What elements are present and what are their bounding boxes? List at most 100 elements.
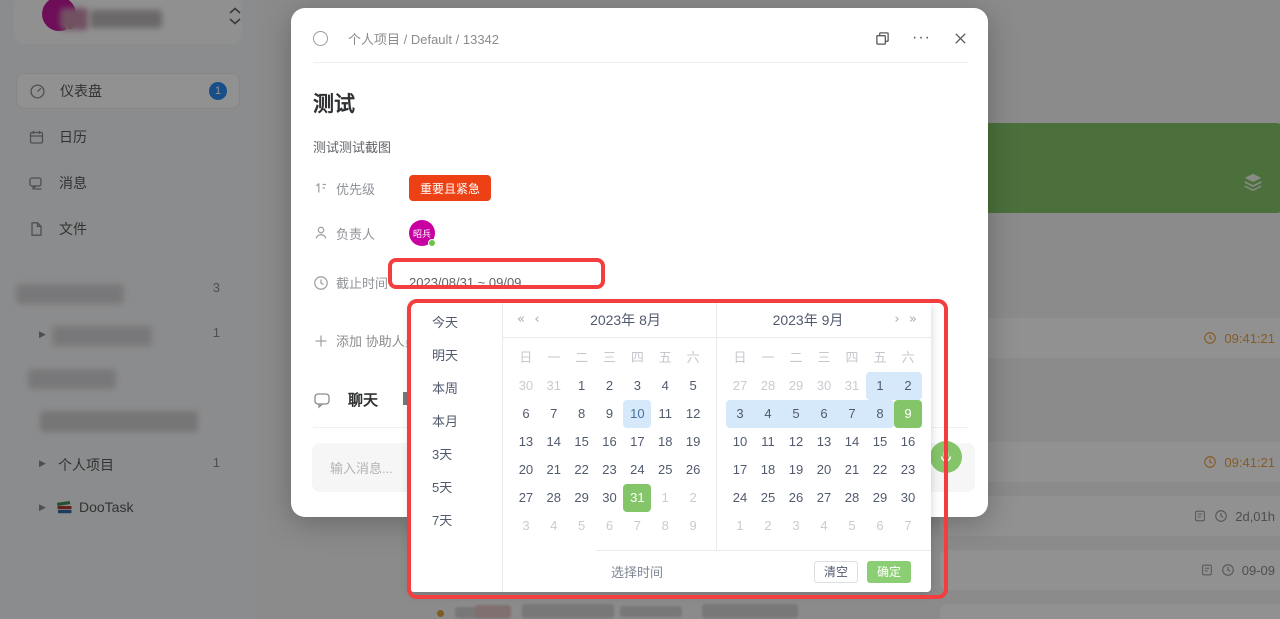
calendar-day[interactable]: 4 <box>540 512 568 540</box>
calendar-day[interactable]: 9 <box>596 400 624 428</box>
calendar-day[interactable]: 2 <box>754 512 782 540</box>
calendar-day[interactable]: 17 <box>623 428 651 456</box>
calendar-day[interactable]: 7 <box>838 400 866 428</box>
calendar-day[interactable]: 28 <box>754 372 782 400</box>
calendar-day[interactable]: 8 <box>651 512 679 540</box>
task-description[interactable]: 测试测试截图 <box>313 137 391 156</box>
calendar-day[interactable]: 7 <box>540 400 568 428</box>
task-title[interactable]: 测试 <box>313 88 355 118</box>
calendar-day[interactable]: 18 <box>754 456 782 484</box>
calendar-day[interactable]: 17 <box>726 456 754 484</box>
calendar-day[interactable]: 24 <box>726 484 754 512</box>
calendar-day[interactable]: 21 <box>540 456 568 484</box>
calendar-day[interactable]: 30 <box>512 372 540 400</box>
next-month-icon[interactable]: › <box>889 312 905 327</box>
next-year-icon[interactable]: » <box>905 312 921 327</box>
prev-month-icon[interactable]: ‹ <box>529 312 545 327</box>
calendar-day[interactable]: 5 <box>838 512 866 540</box>
calendar-day[interactable]: 29 <box>782 372 810 400</box>
calendar-day[interactable]: 12 <box>782 428 810 456</box>
calendar-day[interactable]: 21 <box>838 456 866 484</box>
calendar-day[interactable]: 8 <box>568 400 596 428</box>
select-time-link[interactable]: 选择时间 <box>611 562 663 581</box>
calendar-day[interactable]: 28 <box>838 484 866 512</box>
calendar-day[interactable]: 14 <box>838 428 866 456</box>
calendar-day[interactable]: 5 <box>679 372 707 400</box>
calendar-day[interactable]: 31 <box>838 372 866 400</box>
calendar-day[interactable]: 22 <box>568 456 596 484</box>
calendar-day[interactable]: 20 <box>810 456 838 484</box>
breadcrumb[interactable]: 个人项目 / Default / 13342 <box>348 29 499 48</box>
calendar-day[interactable]: 1 <box>866 372 894 400</box>
calendar-day[interactable]: 30 <box>596 484 624 512</box>
task-status-circle[interactable] <box>313 31 328 46</box>
calendar-day[interactable]: 15 <box>866 428 894 456</box>
calendar-day[interactable]: 6 <box>810 400 838 428</box>
calendar-day[interactable]: 18 <box>651 428 679 456</box>
calendar-day[interactable]: 11 <box>651 400 679 428</box>
calendar-day[interactable]: 10 <box>726 428 754 456</box>
calendar-day[interactable]: 23 <box>894 456 922 484</box>
priority-badge[interactable]: 重要且紧急 <box>409 175 491 201</box>
calendar-day[interactable]: 31 <box>623 484 651 512</box>
calendar-day[interactable]: 27 <box>810 484 838 512</box>
calendar-day[interactable]: 13 <box>512 428 540 456</box>
calendar-day[interactable]: 5 <box>782 400 810 428</box>
calendar-day[interactable]: 23 <box>596 456 624 484</box>
close-icon[interactable] <box>953 31 968 46</box>
calendar-day[interactable]: 26 <box>679 456 707 484</box>
calendar-day[interactable]: 6 <box>866 512 894 540</box>
calendar-day[interactable]: 19 <box>782 456 810 484</box>
more-icon[interactable]: ··· <box>912 33 931 43</box>
calendar-day[interactable]: 8 <box>866 400 894 428</box>
calendar-day[interactable]: 22 <box>866 456 894 484</box>
picker-shortcut[interactable]: 本周 <box>410 372 502 405</box>
calendar-day[interactable]: 30 <box>894 484 922 512</box>
calendar-day[interactable]: 9 <box>894 400 922 428</box>
calendar-day[interactable]: 6 <box>512 400 540 428</box>
voice-record-button[interactable] <box>930 441 962 473</box>
add-collaborator-row[interactable]: 添加 协助人员 <box>313 331 418 350</box>
picker-shortcut[interactable]: 5天 <box>410 471 502 504</box>
calendar-day[interactable]: 14 <box>540 428 568 456</box>
calendar-day[interactable]: 1 <box>726 512 754 540</box>
deadline-input[interactable]: 2023/08/31 ~ 09/09 <box>409 275 521 290</box>
calendar-day[interactable]: 29 <box>568 484 596 512</box>
calendar-day[interactable]: 7 <box>894 512 922 540</box>
calendar-day[interactable]: 16 <box>894 428 922 456</box>
calendar-day[interactable]: 30 <box>810 372 838 400</box>
prev-year-icon[interactable]: « <box>513 312 529 327</box>
calendar-day[interactable]: 28 <box>540 484 568 512</box>
calendar-day[interactable]: 25 <box>754 484 782 512</box>
calendar-day[interactable]: 4 <box>651 372 679 400</box>
calendar-day[interactable]: 24 <box>623 456 651 484</box>
copy-icon[interactable] <box>875 31 890 46</box>
calendar-day[interactable]: 27 <box>512 484 540 512</box>
calendar-day[interactable]: 31 <box>540 372 568 400</box>
add-collaborator-label[interactable]: 添加 协助人员 <box>336 331 418 350</box>
calendar-day[interactable]: 4 <box>810 512 838 540</box>
calendar-day[interactable]: 9 <box>679 512 707 540</box>
calendar-day[interactable]: 26 <box>782 484 810 512</box>
calendar-day[interactable]: 20 <box>512 456 540 484</box>
calendar-day[interactable]: 3 <box>782 512 810 540</box>
calendar-day[interactable]: 3 <box>512 512 540 540</box>
picker-shortcut[interactable]: 7天 <box>410 504 502 537</box>
picker-shortcut[interactable]: 明天 <box>410 339 502 372</box>
calendar-day[interactable]: 15 <box>568 428 596 456</box>
calendar-day[interactable]: 4 <box>754 400 782 428</box>
calendar-day[interactable]: 25 <box>651 456 679 484</box>
calendar-day[interactable]: 6 <box>596 512 624 540</box>
calendar-day[interactable]: 19 <box>679 428 707 456</box>
calendar-day[interactable]: 29 <box>866 484 894 512</box>
calendar-day[interactable]: 12 <box>679 400 707 428</box>
clear-button[interactable]: 清空 <box>814 561 858 583</box>
calendar-day[interactable]: 16 <box>596 428 624 456</box>
calendar-day[interactable]: 10 <box>623 400 651 428</box>
picker-shortcut[interactable]: 今天 <box>410 306 502 339</box>
picker-shortcut[interactable]: 本月 <box>410 405 502 438</box>
calendar-day[interactable]: 1 <box>568 372 596 400</box>
calendar-day[interactable]: 5 <box>568 512 596 540</box>
calendar-day[interactable]: 3 <box>726 400 754 428</box>
chat-tab[interactable]: 聊天 <box>348 389 378 410</box>
